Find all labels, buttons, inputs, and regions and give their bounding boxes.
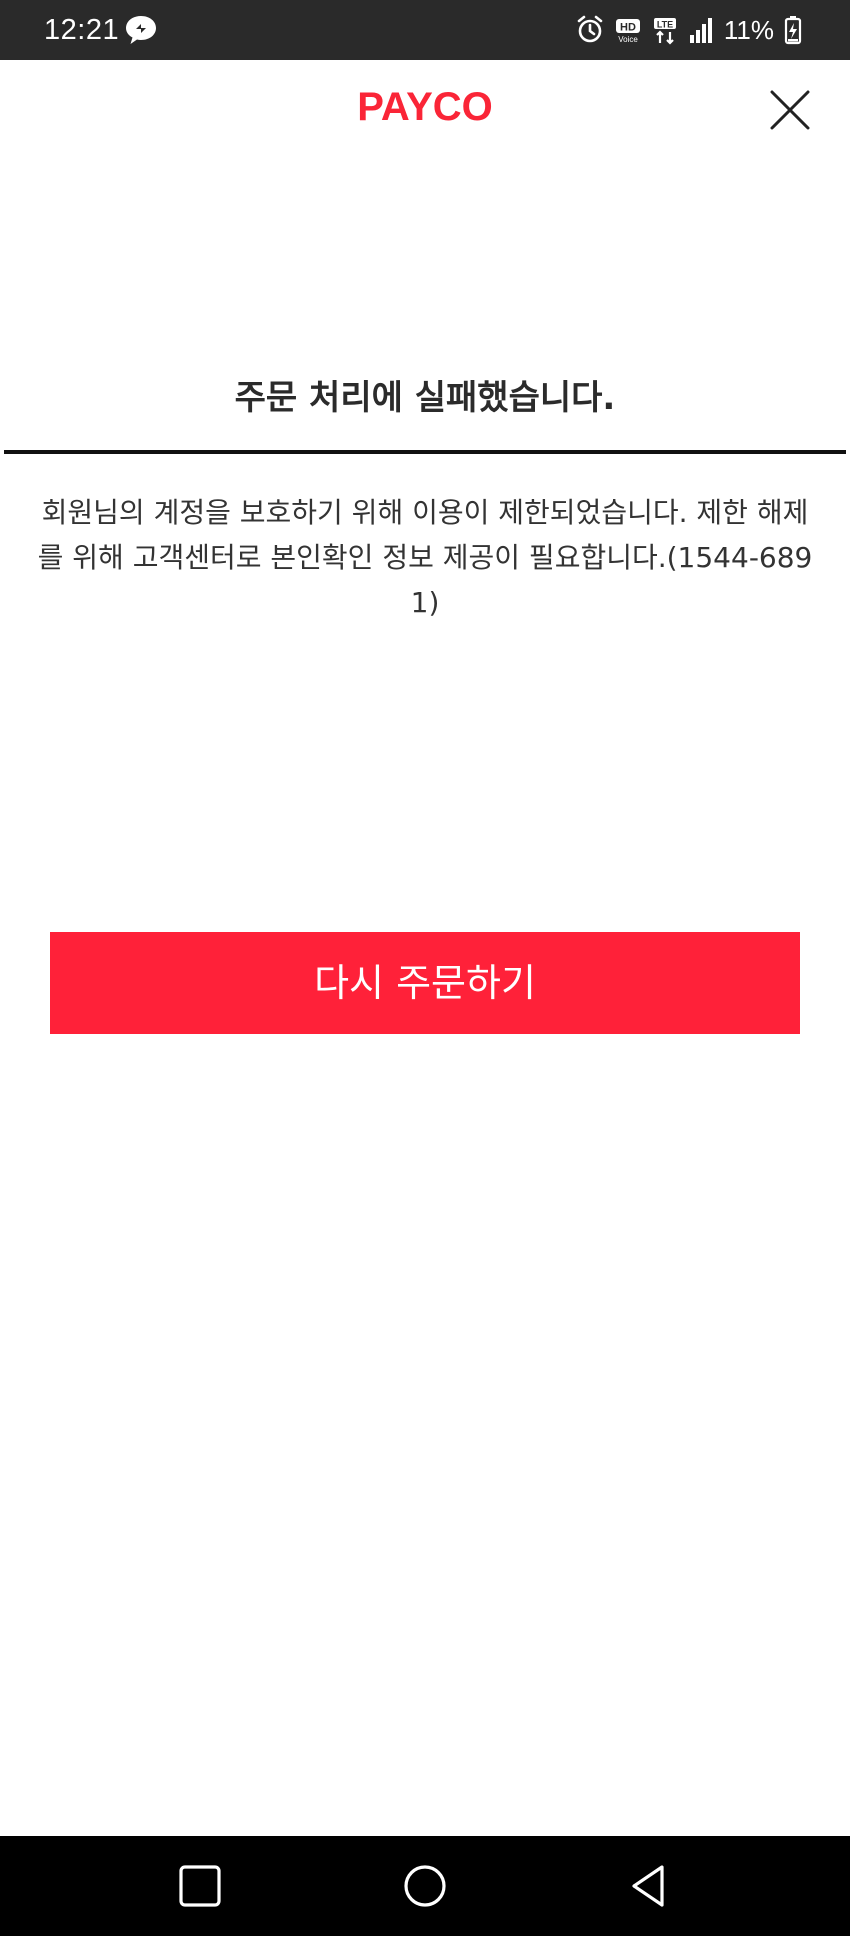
status-bar: 12:21 HD Voice LTE 11% [0,0,850,60]
payco-logo: PAYCO [357,85,493,129]
battery-charging-icon [784,16,802,45]
status-icons: HD Voice LTE 11% [576,12,802,48]
chat-bubble-icon [126,16,156,44]
back-icon[interactable] [622,1858,678,1914]
status-time: 12:21 [44,14,120,46]
lte-icon: LTE [653,18,676,45]
page-title: 주문 처리에 실패했습니다. [234,378,616,418]
title-divider [4,450,846,454]
svg-text:LTE: LTE [657,20,673,30]
retry-order-button[interactable]: 다시 주문하기 [50,932,800,1034]
hd-voice-icon: HD Voice [615,19,640,44]
svg-text:HD: HD [620,22,636,34]
battery-percent: 11% [723,15,774,45]
signal-icon [689,18,712,43]
recents-icon[interactable] [172,1858,228,1914]
home-icon[interactable] [397,1858,453,1914]
header: PAYCO [0,60,850,160]
error-message: 회원님의 계정을 보호하기 위해 이용이 제한되었습니다. 제한 해제를 위해 … [37,496,813,619]
close-icon[interactable] [766,86,814,134]
alarm-icon [577,15,603,43]
svg-text:Voice: Voice [618,35,638,44]
navigation-bar [0,1836,850,1936]
